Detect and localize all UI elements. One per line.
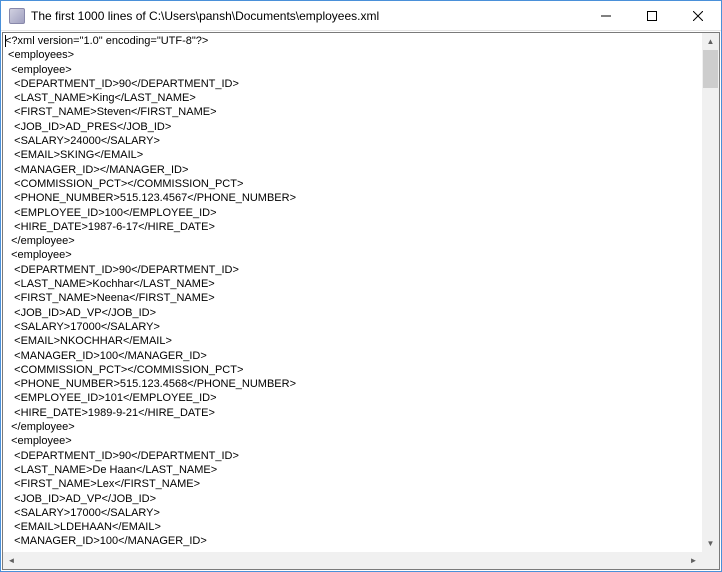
- scroll-up-arrow[interactable]: ▲: [702, 33, 719, 50]
- scroll-right-arrow[interactable]: ►: [685, 552, 702, 569]
- titlebar[interactable]: The first 1000 lines of C:\Users\pansh\D…: [1, 1, 721, 31]
- scroll-down-arrow[interactable]: ▼: [702, 535, 719, 552]
- window-frame: The first 1000 lines of C:\Users\pansh\D…: [0, 0, 722, 572]
- window-title: The first 1000 lines of C:\Users\pansh\D…: [31, 9, 583, 23]
- maximize-icon: [647, 11, 657, 21]
- vertical-scrollbar[interactable]: ▲ ▼: [702, 33, 719, 552]
- scrollbar-corner: [702, 552, 719, 569]
- horizontal-scrollbar[interactable]: ◄ ►: [3, 552, 702, 569]
- close-button[interactable]: [675, 1, 721, 30]
- close-icon: [693, 11, 703, 21]
- scroll-left-arrow[interactable]: ◄: [3, 552, 20, 569]
- minimize-icon: [601, 11, 611, 21]
- window-controls: [583, 1, 721, 30]
- app-icon: [9, 8, 25, 24]
- content-area: <?xml version="1.0" encoding="UTF-8"?> <…: [2, 32, 720, 570]
- xml-text-view[interactable]: <?xml version="1.0" encoding="UTF-8"?> <…: [3, 33, 702, 552]
- minimize-button[interactable]: [583, 1, 629, 30]
- maximize-button[interactable]: [629, 1, 675, 30]
- vertical-scroll-thumb[interactable]: [703, 50, 718, 88]
